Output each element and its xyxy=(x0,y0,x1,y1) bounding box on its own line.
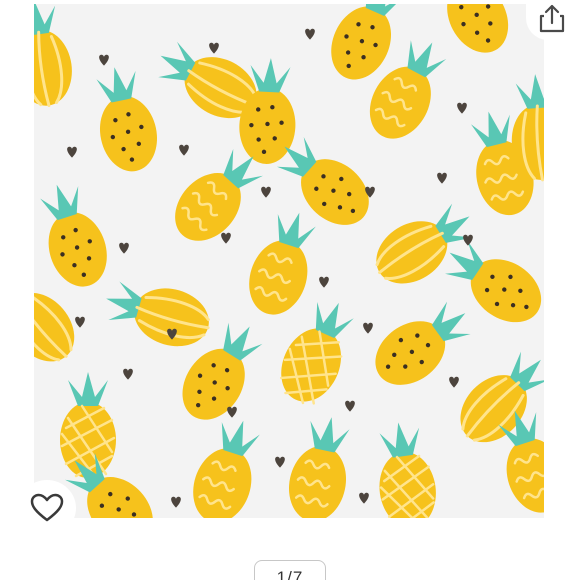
wishlist-button[interactable] xyxy=(18,480,76,536)
share-icon xyxy=(539,4,565,33)
pineapple-pattern xyxy=(34,4,544,518)
share-button[interactable] xyxy=(526,0,578,40)
heart-outline-icon xyxy=(30,493,64,522)
product-image[interactable] xyxy=(34,4,544,518)
image-page-counter: 1/7 xyxy=(254,560,326,580)
image-viewer: 1/7 xyxy=(0,0,580,580)
